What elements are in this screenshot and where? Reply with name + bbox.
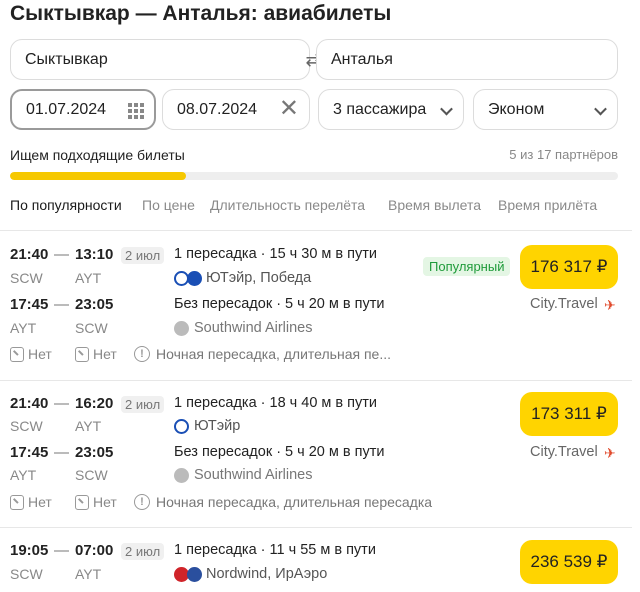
tab-popularity[interactable]: По популярности — [10, 197, 122, 213]
seller-name: City.Travel — [530, 444, 598, 460]
warning-text: Ночная пересадка, длительная пе... — [156, 346, 391, 362]
price-button[interactable]: 176 317 ₽ — [520, 245, 618, 289]
handluggage-value: Нет — [93, 494, 117, 510]
utair-logo-icon — [174, 419, 189, 434]
baggage-icon — [10, 346, 24, 362]
baggage-info: Нет — [10, 346, 52, 362]
chevron-down-icon — [440, 102, 453, 115]
from-value: Сыктывкар — [25, 50, 108, 68]
next-day-badge: 2 июл — [121, 247, 165, 264]
route-info: Без пересадок · 5 ч 20 м в пути — [174, 296, 385, 312]
arrival-time: 16:20 — [75, 395, 114, 412]
origin-code: SCW — [10, 566, 43, 582]
handluggage-info: Нет — [75, 346, 117, 362]
destination-code: SCW — [75, 320, 108, 336]
calendar-icon[interactable] — [128, 103, 144, 119]
origin-code: SCW — [10, 270, 43, 286]
passengers-select[interactable]: 3 пассажира — [318, 89, 464, 130]
to-field[interactable]: Анталья — [316, 39, 618, 80]
tab-duration[interactable]: Длительность перелёта — [210, 197, 365, 213]
dash: — — [54, 542, 69, 559]
route-info: 1 пересадка · 11 ч 55 м в пути — [174, 542, 376, 558]
origin-code: AYT — [10, 467, 37, 483]
dash: — — [54, 246, 69, 263]
popular-badge: Популярный — [423, 257, 511, 276]
dash: — — [54, 444, 69, 461]
date-to-value: 08.07.2024 — [177, 100, 258, 118]
price-button[interactable]: 173 311 ₽ — [520, 392, 618, 436]
departure-time: 17:45 — [10, 444, 49, 461]
date-to-field[interactable]: 08.07.2024 ✕ — [162, 89, 310, 130]
handluggage-icon — [75, 494, 89, 510]
divider — [0, 230, 632, 231]
departure-time: 19:05 — [10, 542, 49, 559]
airline-name: Southwind Airlines — [194, 467, 313, 483]
transfer-warning: ! Ночная пересадка, длительная пе... — [134, 346, 391, 362]
search-status: Ищем подходящие билеты — [10, 147, 185, 163]
next-day-badge: 2 июл — [121, 543, 165, 560]
arrival-time: 23:05 — [75, 296, 114, 313]
departure-time: 21:40 — [10, 246, 49, 263]
seller-name: City.Travel — [530, 296, 598, 312]
class-select[interactable]: Эконом — [473, 89, 618, 130]
baggage-value: Нет — [28, 346, 52, 362]
divider — [0, 527, 632, 528]
route-info: 1 пересадка · 18 ч 40 м в пути — [174, 395, 377, 411]
warning-icon: ! — [134, 494, 150, 510]
origin-code: SCW — [10, 418, 43, 434]
route-info: 1 пересадка · 15 ч 30 м в пути — [174, 246, 377, 262]
seller-logo-icon: ✈ — [604, 445, 616, 461]
warning-text: Ночная пересадка, длительная пересадка — [156, 494, 433, 510]
route-info: Без пересадок · 5 ч 20 м в пути — [174, 444, 385, 460]
dash: — — [54, 296, 69, 313]
from-field[interactable]: Сыктывкар — [10, 39, 310, 80]
chevron-down-icon — [594, 102, 607, 115]
airline-name: Southwind Airlines — [194, 320, 313, 336]
handluggage-icon — [75, 346, 89, 362]
origin-code: AYT — [10, 320, 37, 336]
divider — [0, 380, 632, 381]
clear-icon[interactable]: ✕ — [279, 97, 299, 121]
tab-arrival-time[interactable]: Время прилёта — [498, 197, 597, 213]
baggage-icon — [10, 494, 24, 510]
class-value: Эконом — [488, 100, 545, 118]
handluggage-value: Нет — [93, 346, 117, 362]
departure-time: 21:40 — [10, 395, 49, 412]
to-value: Анталья — [331, 50, 393, 68]
progress-fill — [10, 172, 187, 180]
handluggage-info: Нет — [75, 494, 117, 510]
partners-count: 5 из 17 партнёров — [509, 147, 618, 162]
transfer-warning: ! Ночная пересадка, длительная пересадка — [134, 494, 432, 510]
date-from-value: 01.07.2024 — [26, 100, 107, 118]
price-button[interactable]: 236 539 ₽ — [520, 540, 618, 584]
baggage-value: Нет — [28, 494, 52, 510]
passengers-value: 3 пассажира — [333, 100, 427, 118]
pobeda-logo-icon — [187, 271, 202, 286]
baggage-info: Нет — [10, 494, 52, 510]
destination-code: SCW — [75, 467, 108, 483]
date-from-field[interactable]: 01.07.2024 — [10, 89, 156, 130]
airline-name: Nordwind, ИрАэро — [206, 566, 328, 582]
next-day-badge: 2 июл — [121, 396, 165, 413]
destination-code: AYT — [75, 418, 102, 434]
airline-name: ЮТэйр — [194, 418, 241, 434]
destination-code: AYT — [75, 566, 102, 582]
page-title: Сыктывкар — Анталья: авиабилеты — [10, 2, 392, 25]
southwind-logo-icon — [174, 321, 189, 336]
airline-name: ЮТэйр, Победа — [206, 270, 312, 286]
tab-departure-time[interactable]: Время вылета — [388, 197, 481, 213]
iraero-logo-icon — [187, 567, 202, 582]
departure-time: 17:45 — [10, 296, 49, 313]
arrival-time: 23:05 — [75, 444, 114, 461]
tab-price[interactable]: По цене — [142, 197, 195, 213]
southwind-logo-icon — [174, 468, 189, 483]
destination-code: AYT — [75, 270, 102, 286]
dash: — — [54, 395, 69, 412]
search-progress-bar — [10, 172, 618, 180]
arrival-time: 13:10 — [75, 246, 114, 263]
arrival-time: 07:00 — [75, 542, 114, 559]
seller-logo-icon: ✈ — [604, 297, 616, 313]
warning-icon: ! — [134, 346, 150, 362]
